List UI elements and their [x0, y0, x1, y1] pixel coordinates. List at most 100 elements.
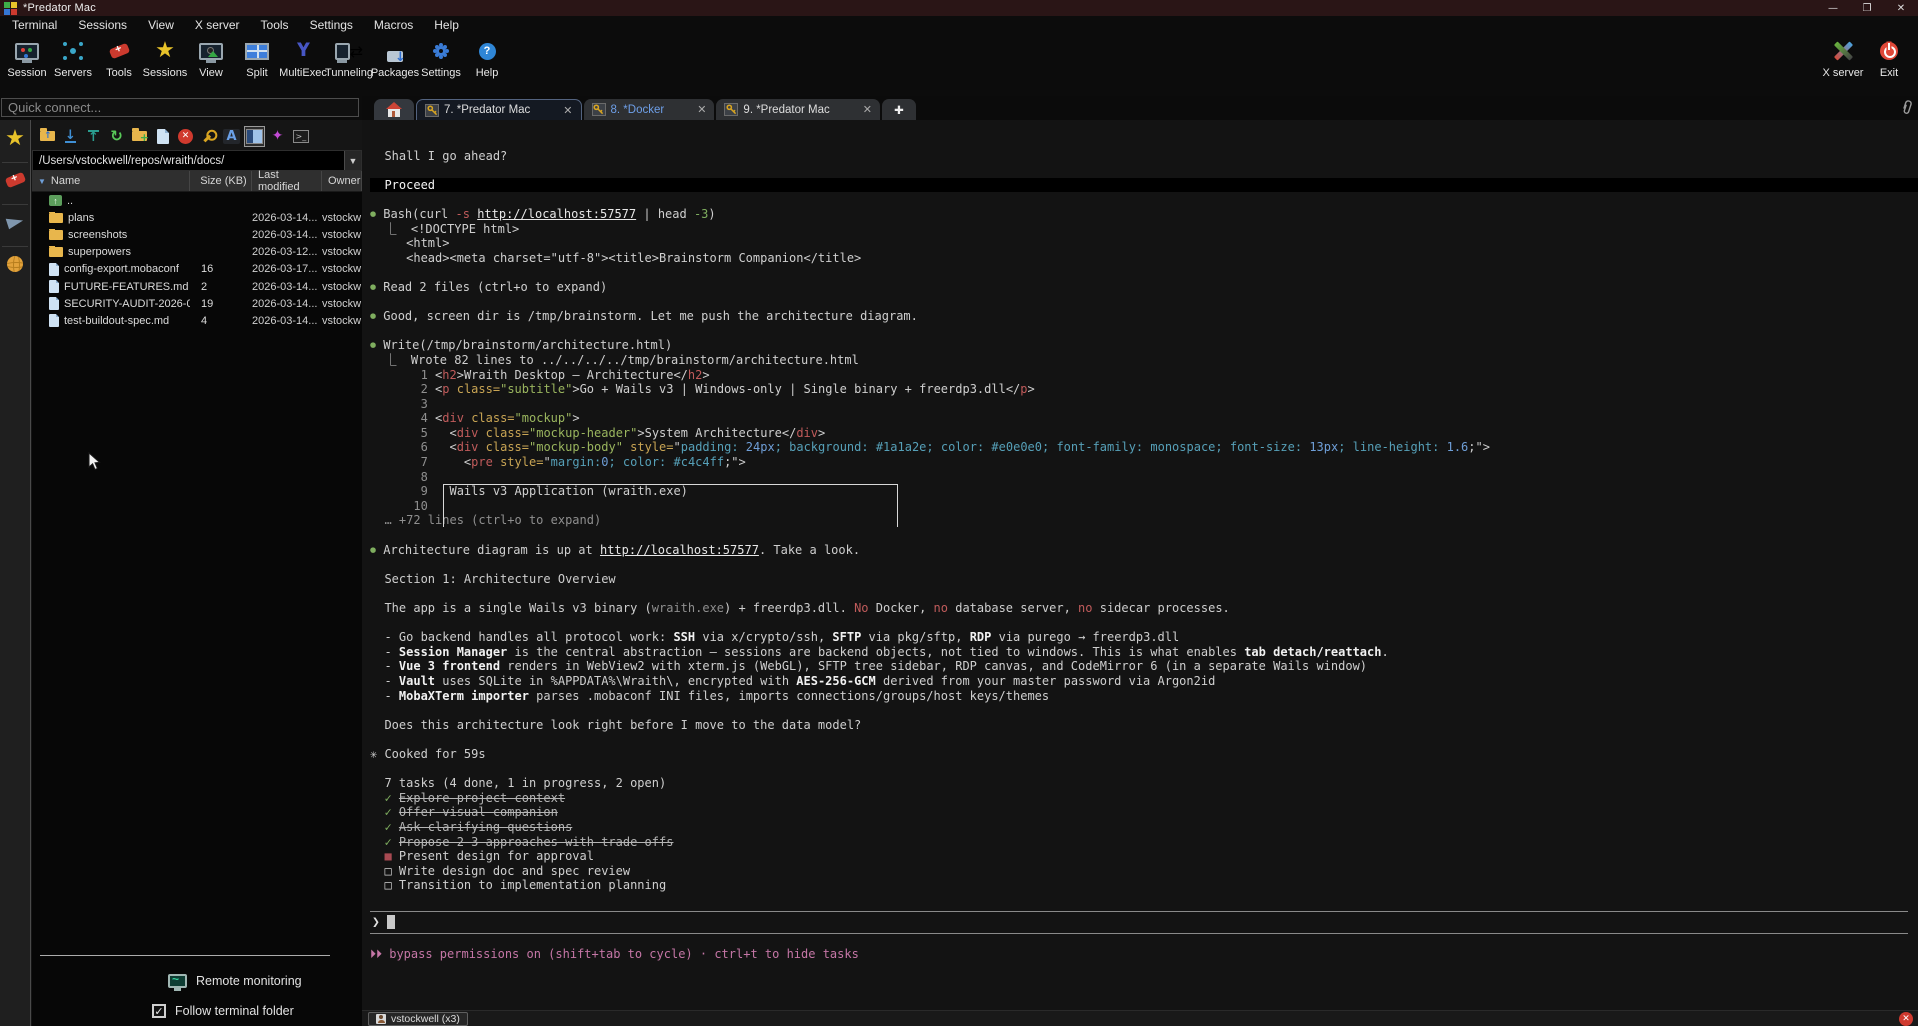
file-name: ..: [67, 195, 73, 207]
key-icon[interactable]: [199, 127, 218, 146]
folder-up-icon[interactable]: ↑: [38, 127, 57, 146]
file-row[interactable]: screenshots 2026-03-14... vstockw: [32, 226, 362, 243]
toolbar-right-group: X server Exit: [1820, 34, 1918, 79]
terminal-line: 2 <p class="subtitle">Go + Wails v3 | Wi…: [370, 382, 1908, 397]
terminal-line: ⏺ Good, screen dir is /tmp/brainstorm. L…: [370, 309, 1908, 324]
remote-monitoring-icon: [168, 974, 187, 988]
toolbar-view-button[interactable]: View: [188, 34, 234, 79]
path-input[interactable]: [33, 155, 344, 167]
menu-macros[interactable]: Macros: [374, 18, 413, 32]
file-row[interactable]: test-buildout-spec.md 4 2026-03-14... vs…: [32, 312, 362, 329]
close-button[interactable]: ✕: [1884, 0, 1918, 16]
user-icon: [376, 1014, 386, 1024]
maximize-button[interactable]: ❐: [1850, 0, 1884, 16]
file-owner: vstockw: [322, 229, 362, 241]
column-header-modified[interactable]: Last modified: [252, 171, 322, 191]
tab-7[interactable]: 7. *Predator Mac ✕: [416, 99, 582, 120]
prompt-input-box[interactable]: ❯: [370, 911, 1908, 934]
sidebar-footer-divider: [40, 955, 330, 956]
wand-icon[interactable]: ✦: [268, 127, 287, 146]
quick-connect-input[interactable]: [1, 98, 359, 117]
tab-close-icon[interactable]: ✕: [863, 103, 872, 116]
tab-close-icon[interactable]: ✕: [697, 103, 706, 116]
toolbar-split-button[interactable]: Split: [234, 34, 280, 79]
terminal-line: [370, 616, 1908, 631]
terminal-line: ⏺ Architecture diagram is up at http://l…: [370, 543, 1908, 558]
menu-sessions[interactable]: Sessions: [78, 18, 127, 32]
column-header-size[interactable]: Size (KB): [190, 171, 252, 191]
menu-view[interactable]: View: [148, 18, 174, 32]
menu-x-server[interactable]: X server: [195, 18, 240, 32]
toolbar-tunneling-button[interactable]: ⇄ Tunneling: [326, 34, 372, 79]
file-row[interactable]: ↑..: [32, 192, 362, 209]
toolbar-xserver-button[interactable]: X server: [1820, 34, 1866, 79]
path-bar: ▼: [32, 150, 362, 171]
terminal-pane[interactable]: Shall I go ahead? Proceed ⏺ Bash(curl -s…: [362, 120, 1918, 1010]
delete-icon[interactable]: ✕: [176, 127, 195, 146]
refresh-icon[interactable]: ↻: [107, 127, 126, 146]
terminal-line: □ Transition to implementation planning: [370, 878, 1908, 893]
terminal-line: [370, 557, 1908, 572]
minimize-button[interactable]: —: [1816, 0, 1850, 16]
menu-tools[interactable]: Tools: [261, 18, 289, 32]
toolbar-session-button[interactable]: Session: [4, 34, 50, 79]
close-terminal-button[interactable]: ✕: [1899, 1012, 1913, 1026]
follow-terminal-folder-label: Follow terminal folder: [175, 1004, 294, 1018]
toolbar-multiexec-button[interactable]: Y MultiExec: [280, 34, 326, 79]
checkbox-checked-icon[interactable]: ✓: [152, 1004, 166, 1018]
terminal-icon[interactable]: >_: [291, 127, 310, 146]
new-file-icon[interactable]: [153, 127, 172, 146]
column-header-owner[interactable]: Owner: [322, 171, 362, 191]
toolbar-settings-button[interactable]: Settings: [418, 34, 464, 79]
terminal-line: [370, 163, 1908, 178]
file-row[interactable]: superpowers 2026-03-12... vstockw: [32, 244, 362, 261]
remote-monitoring-button[interactable]: Remote monitoring: [168, 974, 302, 988]
file-row[interactable]: plans 2026-03-14... vstockw: [32, 209, 362, 226]
toolbar-sessions-button[interactable]: ★ Sessions: [142, 34, 188, 79]
globe-icon[interactable]: [0, 256, 30, 272]
home-tab[interactable]: [374, 99, 414, 120]
menu-settings[interactable]: Settings: [310, 18, 353, 32]
tab-8[interactable]: 8. *Docker ✕: [584, 99, 715, 120]
terminal-line: 6 <div class="mockup-body" style="paddin…: [370, 440, 1908, 455]
key-icon: [724, 103, 738, 116]
upload-icon[interactable]: ↑: [84, 127, 103, 146]
file-owner: vstockw: [322, 263, 362, 275]
file-modified: 2026-03-14...: [252, 315, 322, 327]
tab-9[interactable]: 9. *Predator Mac ✕: [716, 99, 880, 120]
tools-knife-icon[interactable]: [0, 175, 30, 185]
terminal-line: 4 <div class="mockup">: [370, 411, 1908, 426]
session-tab-button[interactable]: vstockwell (x3): [368, 1012, 468, 1026]
tab-label: 8. *Docker: [611, 104, 665, 116]
toolbar-tools-button[interactable]: Tools: [96, 34, 142, 79]
file-row[interactable]: SECURITY-AUDIT-2026-03-1... 19 2026-03-1…: [32, 295, 362, 312]
toolbar-help-button[interactable]: ? Help: [464, 34, 510, 79]
download-icon[interactable]: ↓: [61, 127, 80, 146]
toolbar-exit-button[interactable]: Exit: [1866, 34, 1912, 79]
panel-toggle-icon[interactable]: [245, 127, 264, 146]
new-folder-icon[interactable]: +: [130, 127, 149, 146]
file-icon: [49, 314, 59, 327]
column-header-name[interactable]: ▼Name: [32, 171, 190, 191]
font-icon[interactable]: A: [222, 127, 241, 146]
file-row[interactable]: config-export.mobaconf 16 2026-03-17... …: [32, 261, 362, 278]
key-icon: [425, 104, 439, 117]
tab-close-icon[interactable]: ✕: [563, 104, 572, 117]
new-tab-button[interactable]: ✚: [882, 99, 916, 120]
toolbar-servers-button[interactable]: Servers: [50, 34, 96, 79]
file-row[interactable]: FUTURE-FEATURES.md 2 2026-03-14... vstoc…: [32, 278, 362, 295]
bottom-bar: vstockwell (x3) ✕: [362, 1010, 1918, 1026]
app-logo-icon: [4, 2, 17, 15]
menu-terminal[interactable]: Terminal: [12, 18, 57, 32]
terminal-line: ✓ Offer visual companion: [370, 805, 1908, 820]
menu-help[interactable]: Help: [434, 18, 459, 32]
toolbar-packages-button[interactable]: ↓ Packages: [372, 34, 418, 79]
terminal-line: 3: [370, 397, 1908, 412]
terminal-line: [370, 703, 1908, 718]
path-dropdown-button[interactable]: ▼: [344, 151, 361, 170]
follow-terminal-folder-checkbox[interactable]: ✓ Follow terminal folder: [152, 1004, 294, 1018]
paperclip-icon[interactable]: [1901, 99, 1914, 121]
favorites-star-icon[interactable]: ★: [0, 128, 30, 150]
send-plane-icon[interactable]: [0, 216, 30, 227]
file-modified: 2026-03-14...: [252, 229, 322, 241]
